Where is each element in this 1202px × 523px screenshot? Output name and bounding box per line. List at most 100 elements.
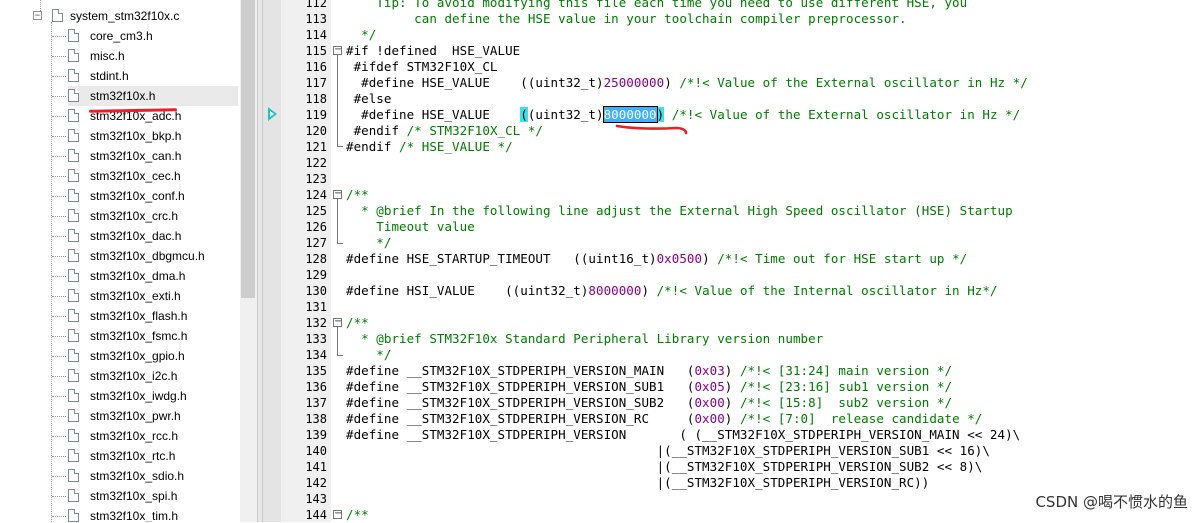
fold-toggle-icon[interactable]: − [333, 317, 342, 327]
tree-item-file[interactable]: stm32f10x_gpio.h [52, 346, 238, 366]
code-line[interactable]: #define __STM32F10X_STDPERIPH_VERSION ( … [346, 427, 1020, 443]
tree-connector [52, 76, 66, 77]
h-file-icon [68, 49, 79, 62]
tree-item-file[interactable]: stm32f10x_can.h [52, 146, 238, 166]
code-line[interactable]: #endif /* HSE_VALUE */ [346, 139, 513, 155]
h-file-icon [68, 309, 79, 322]
collapse-icon[interactable]: − [33, 11, 42, 20]
tree-item-file[interactable]: stdint.h [52, 66, 238, 86]
tree-item-label: stm32f10x_crc.h [90, 209, 179, 223]
code-line[interactable]: #else [346, 91, 392, 107]
fold-guide-end [337, 146, 343, 147]
tree-item-file[interactable]: stm32f10x_conf.h [52, 186, 238, 206]
code-token: ) [702, 251, 718, 266]
tree-item-label: stm32f10x_rtc.h [90, 449, 176, 463]
tree-item-file[interactable]: stm32f10x_crc.h [52, 206, 238, 226]
line-number: 118 [305, 92, 327, 106]
code-line[interactable]: #if !defined HSE_VALUE [346, 43, 520, 59]
code-line[interactable]: #ifdef STM32F10X_CL [346, 59, 498, 75]
tree-item-file[interactable]: core_cm3.h [52, 26, 238, 46]
h-file-icon [68, 69, 79, 82]
h-file-icon [68, 149, 79, 162]
code-line[interactable]: #define __STM32F10X_STDPERIPH_VERSION_RC… [346, 411, 982, 427]
code-token: #define HSE_VALUE ((uint32_t) [346, 75, 604, 90]
tree-item-file[interactable]: stm32f10x_sdio.h [52, 466, 238, 486]
tree-item-file[interactable]: stm32f10x_pwr.h [52, 406, 238, 426]
tree-item-file[interactable]: misc.h [52, 46, 238, 66]
tree-connector [52, 136, 66, 137]
line-number: 132 [305, 316, 327, 330]
code-line[interactable]: #define __STM32F10X_STDPERIPH_VERSION_SU… [346, 379, 952, 395]
tree-item-label: stm32f10x_cec.h [90, 169, 181, 183]
breakpoint-margin[interactable] [263, 0, 281, 522]
line-number: 128 [305, 252, 327, 266]
code-line[interactable]: Timeout value [346, 219, 475, 235]
tree-item-label: stm32f10x_spi.h [90, 489, 178, 503]
code-line[interactable]: /** [346, 187, 369, 203]
code-line[interactable]: #define __STM32F10X_STDPERIPH_VERSION_SU… [346, 395, 952, 411]
tree-item-file[interactable]: stm32f10x_dac.h [52, 226, 238, 246]
line-number: 137 [305, 396, 327, 410]
tree-item-label: system_stm32f10x.c [70, 9, 180, 23]
code-line[interactable]: |(__STM32F10X_STDPERIPH_VERSION_SUB2 << … [346, 459, 983, 475]
code-line[interactable]: /** [346, 315, 369, 331]
h-file-icon [68, 249, 79, 262]
tree-item-label: stm32f10x.h [90, 89, 156, 103]
tree-item-file[interactable]: stm32f10x_rcc.h [52, 426, 238, 446]
tree-item-file[interactable]: stm32f10x_exti.h [52, 286, 238, 306]
code-line[interactable]: * @brief In the following line adjust th… [346, 203, 1013, 219]
code-token: #define HSE_VALUE [346, 107, 521, 122]
tree-item-file[interactable]: stm32f10x_cec.h [52, 166, 238, 186]
h-file-icon [68, 389, 79, 402]
tree-item-file[interactable]: stm32f10x_i2c.h [52, 366, 238, 386]
code-line[interactable]: /** [346, 507, 369, 523]
h-file-icon [68, 129, 79, 142]
c-file-icon [52, 9, 63, 22]
tree-connector [52, 56, 66, 57]
tree-connector [52, 456, 66, 457]
tree-item-file[interactable]: stm32f10x_rtc.h [52, 446, 238, 466]
code-line[interactable]: */ [346, 347, 391, 363]
line-number: 133 [305, 332, 327, 346]
line-number: 122 [305, 156, 327, 170]
tree-item-file[interactable]: stm32f10x_flash.h [52, 306, 238, 326]
tree-item-file[interactable]: stm32f10x_fsmc.h [52, 326, 238, 346]
h-file-icon [68, 269, 79, 282]
code-token: #endif [346, 123, 407, 138]
code-token: #define HSI_VALUE ((uint32_t) [346, 283, 589, 298]
h-file-icon [68, 349, 79, 362]
code-line[interactable]: |(__STM32F10X_STDPERIPH_VERSION_RC)) [346, 475, 930, 491]
code-token: #define __STM32F10X_STDPERIPH_VERSION_SU… [346, 395, 695, 410]
code-line[interactable]: #define HSI_VALUE ((uint32_t)8000000) /*… [346, 283, 998, 299]
code-token: /*!< [15:8] sub2 version */ [739, 395, 953, 410]
code-line[interactable]: #endif /* STM32F10X_CL */ [346, 123, 543, 139]
code-line[interactable]: * @brief STM32F10x Standard Peripheral L… [346, 331, 823, 347]
fold-toggle-icon[interactable]: − [333, 45, 342, 55]
code-line[interactable]: */ [346, 235, 391, 251]
code-line[interactable]: */ [346, 27, 376, 43]
tree-item-file[interactable]: stm32f10x_spi.h [52, 486, 238, 506]
tree-item-file[interactable]: stm32f10x_bkp.h [52, 126, 238, 146]
tree-item-file[interactable]: stm32f10x_iwdg.h [52, 386, 238, 406]
tree-item-file[interactable]: stm32f10x.h [52, 86, 238, 106]
h-file-icon [68, 229, 79, 242]
code-token: #endif [346, 139, 400, 154]
line-number: 139 [305, 428, 327, 442]
code-line[interactable]: |(__STM32F10X_STDPERIPH_VERSION_SUB1 << … [346, 443, 990, 459]
code-line[interactable]: #define HSE_STARTUP_TIMEOUT ((uint16_t)0… [346, 251, 967, 267]
tree-scrollbar-thumb[interactable] [241, 0, 255, 298]
code-line[interactable]: Tip: To avoid modifying this file each t… [346, 0, 967, 11]
tree-item-file[interactable]: stm32f10x_dma.h [52, 266, 238, 286]
tree-item-label: core_cm3.h [90, 29, 153, 43]
tree-item-file[interactable]: stm32f10x_dbgmcu.h [52, 246, 238, 266]
code-line[interactable]: #define __STM32F10X_STDPERIPH_VERSION_MA… [346, 363, 952, 379]
code-line[interactable]: can define the HSE value in your toolcha… [346, 11, 907, 27]
tree-item-label: stm32f10x_flash.h [90, 309, 188, 323]
fold-toggle-icon[interactable]: − [333, 189, 342, 199]
fold-toggle-icon[interactable]: − [333, 509, 342, 519]
line-number: 134 [305, 348, 327, 362]
code-line[interactable]: #define HSE_VALUE ((uint32_t)8000000) /*… [346, 106, 1020, 123]
tree-connector [52, 436, 66, 437]
code-line[interactable]: #define HSE_VALUE ((uint32_t)25000000) /… [346, 75, 1028, 91]
tree-item-file[interactable]: stm32f10x_tim.h [52, 506, 238, 522]
